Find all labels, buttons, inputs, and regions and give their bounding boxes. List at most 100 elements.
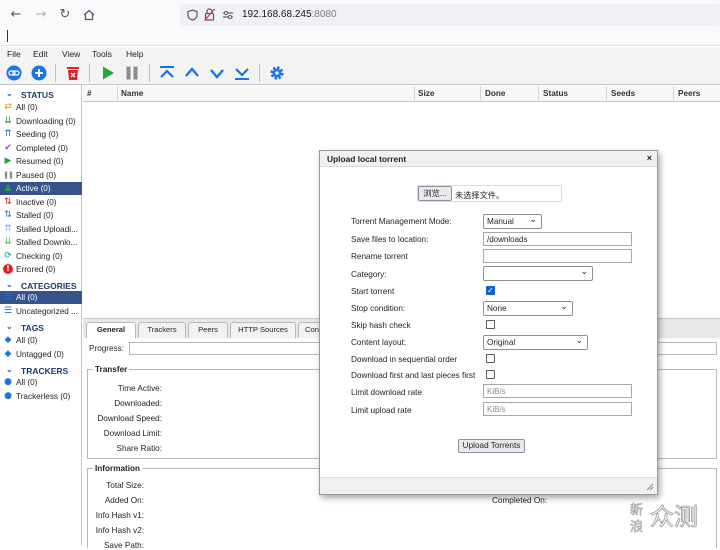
sidebar-item[interactable]: ● All (0) bbox=[0, 376, 82, 389]
gear-icon[interactable] bbox=[269, 65, 285, 81]
tab-peers[interactable]: Peers bbox=[188, 322, 228, 338]
insecure-lock-icon[interactable] bbox=[204, 8, 215, 21]
sidebar-item[interactable]: ⇅ Stalled (0) bbox=[0, 209, 82, 222]
back-icon[interactable]: ← bbox=[7, 6, 25, 24]
move-down-icon[interactable] bbox=[209, 65, 225, 81]
pause-icon[interactable] bbox=[124, 65, 140, 81]
sidebar-item[interactable]: ⇅ Inactive (0) bbox=[0, 196, 82, 209]
sidebar-item[interactable]: ☰ Uncategorized ... bbox=[0, 305, 82, 318]
start-torrent-checkbox[interactable]: ✓ bbox=[486, 286, 495, 295]
add-link-icon[interactable] bbox=[6, 65, 22, 81]
browse-button[interactable]: 浏览... bbox=[418, 186, 452, 201]
forward-icon[interactable]: → bbox=[32, 6, 50, 24]
menu-tools[interactable]: Tools bbox=[92, 49, 112, 59]
move-bottom-icon[interactable] bbox=[234, 65, 250, 81]
add-torrent-icon[interactable] bbox=[31, 65, 47, 81]
first-last-label: Download first and last pieces first bbox=[351, 371, 476, 380]
column-divider[interactable] bbox=[414, 86, 415, 102]
sidebar-item[interactable]: ▶ Resumed (0) bbox=[0, 155, 82, 168]
stop-condition-select[interactable]: None ⌄ bbox=[483, 301, 573, 316]
column-divider[interactable] bbox=[538, 86, 539, 102]
column-index[interactable]: # bbox=[87, 89, 92, 98]
menu-help[interactable]: Help bbox=[126, 49, 143, 59]
menu-file[interactable]: File bbox=[7, 49, 21, 59]
filter-icon: ▲ bbox=[4, 183, 12, 193]
content-layout-select[interactable]: Original ⌄ bbox=[483, 335, 588, 350]
skip-hash-checkbox[interactable] bbox=[486, 320, 495, 329]
download-limit-input[interactable]: KiB/s bbox=[483, 384, 632, 398]
column-divider[interactable] bbox=[606, 86, 607, 102]
resize-grip-icon[interactable] bbox=[646, 483, 654, 491]
tmm-select[interactable]: Manual ⌄ bbox=[483, 214, 542, 229]
sidebar-item[interactable]: ● Trackerless (0) bbox=[0, 390, 82, 403]
sidebar-item[interactable]: ⇊ Downloading (0) bbox=[0, 115, 82, 128]
upload-limit-input[interactable]: KiB/s bbox=[483, 402, 632, 416]
sidebar-item[interactable]: ! Errored (0) bbox=[0, 263, 82, 276]
save-path-label: Save Path: bbox=[103, 541, 144, 550]
tab-trackers[interactable]: Trackers bbox=[138, 322, 186, 338]
sidebar-item[interactable]: ⟳ Checking (0) bbox=[0, 250, 82, 263]
info-hash-v1-label: Info Hash v1: bbox=[95, 511, 144, 520]
reload-icon[interactable]: ↻ bbox=[56, 6, 74, 24]
weibo-logo-mark: 新浪 bbox=[630, 502, 644, 534]
sidebar-item-label: Active (0) bbox=[16, 184, 51, 193]
sidebar-item-label: Paused (0) bbox=[16, 170, 57, 180]
column-divider[interactable] bbox=[117, 86, 118, 102]
shield-icon[interactable] bbox=[187, 9, 198, 21]
check-icon: ✔ bbox=[4, 142, 12, 153]
sidebar-item[interactable]: ✔ Completed (0) bbox=[0, 142, 82, 155]
sidebar-item[interactable]: ☰ All (0) bbox=[0, 291, 82, 304]
url-text[interactable]: 192.168.68.245:8080 bbox=[242, 9, 337, 20]
sidebar-item[interactable]: ⇈ Seeding (0) bbox=[0, 128, 82, 141]
column-done[interactable]: Done bbox=[485, 89, 505, 98]
close-icon[interactable]: × bbox=[647, 153, 652, 163]
content-layout-label: Content layout: bbox=[351, 338, 407, 347]
pause-icon: ❚❚ bbox=[3, 170, 14, 179]
rename-input[interactable] bbox=[483, 249, 632, 263]
sidebar-item[interactable]: ⇈ Stalled Uploadi... bbox=[0, 223, 82, 236]
column-size[interactable]: Size bbox=[418, 89, 434, 98]
tab-general[interactable]: General bbox=[86, 322, 136, 338]
resume-icon[interactable] bbox=[100, 65, 116, 81]
share-ratio-label: Share Ratio: bbox=[116, 444, 162, 453]
status-section-header[interactable]: ⌄ STATUS bbox=[0, 89, 82, 101]
progress-label: Progress: bbox=[89, 344, 125, 353]
permissions-icon[interactable] bbox=[222, 10, 234, 20]
move-top-icon[interactable] bbox=[159, 65, 175, 81]
category-select[interactable]: ⌄ bbox=[483, 266, 593, 281]
sidebar-item[interactable]: ▲ Active (0) bbox=[0, 182, 82, 195]
content-layout-value: Original bbox=[487, 338, 516, 347]
menu-edit[interactable]: Edit bbox=[33, 49, 48, 59]
menu-view[interactable]: View bbox=[62, 49, 80, 59]
column-peers[interactable]: Peers bbox=[678, 89, 700, 98]
first-last-checkbox[interactable] bbox=[486, 370, 495, 379]
file-picker[interactable]: 浏览... 未选择文件。 bbox=[417, 185, 562, 202]
save-path-input[interactable]: /downloads bbox=[483, 232, 632, 246]
stalled-download-icon: ⇊ bbox=[4, 237, 12, 247]
toolbar-separator bbox=[149, 64, 150, 82]
tags-section-header[interactable]: ⌄ TAGS bbox=[0, 322, 82, 334]
sidebar-item[interactable]: ⇄ All (0) bbox=[0, 101, 82, 114]
home-icon[interactable] bbox=[80, 6, 98, 24]
sidebar-item-label: Resumed (0) bbox=[16, 157, 64, 166]
sequential-checkbox[interactable] bbox=[486, 354, 495, 363]
sidebar-item[interactable]: ⇊ Stalled Downlo... bbox=[0, 236, 82, 249]
sidebar-item[interactable]: ◆ All (0) bbox=[0, 334, 82, 347]
dialog-titlebar[interactable]: Upload local torrent × bbox=[320, 151, 657, 167]
url-bar[interactable]: 192.168.68.245:8080 bbox=[180, 4, 720, 26]
upload-torrents-button[interactable]: Upload Torrents bbox=[458, 439, 525, 453]
column-name[interactable]: Name bbox=[121, 89, 143, 98]
chevron-down-icon: ⌄ bbox=[575, 336, 583, 346]
sidebar-item[interactable]: ◆ Untagged (0) bbox=[0, 348, 82, 361]
delete-icon[interactable] bbox=[65, 65, 81, 81]
sidebar-item[interactable]: ❚❚ Paused (0) bbox=[0, 169, 82, 182]
chevron-down-icon: ⌄ bbox=[529, 215, 537, 225]
column-status[interactable]: Status bbox=[543, 89, 568, 98]
toolbar-separator bbox=[89, 64, 90, 82]
column-divider[interactable] bbox=[673, 86, 674, 102]
sidebar-item-label: Stalled (0) bbox=[16, 211, 54, 220]
column-divider[interactable] bbox=[480, 86, 481, 102]
tab-http-sources[interactable]: HTTP Sources bbox=[230, 322, 296, 338]
move-up-icon[interactable] bbox=[184, 65, 200, 81]
column-seeds[interactable]: Seeds bbox=[611, 89, 635, 98]
